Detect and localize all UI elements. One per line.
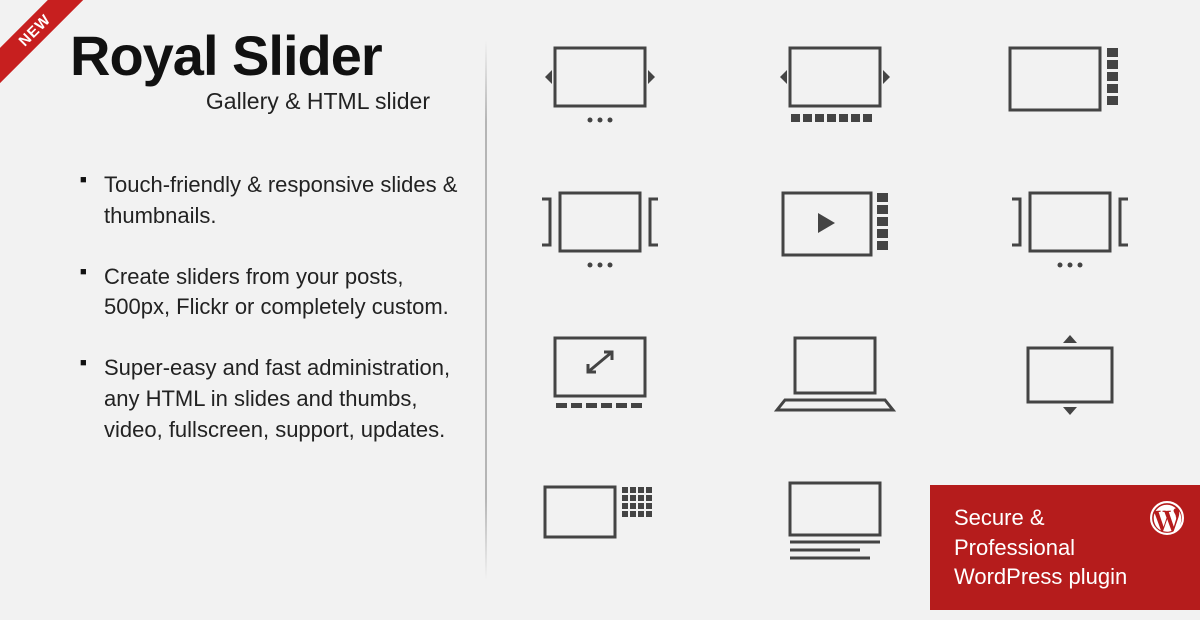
layout-side-thumbs-icon — [1000, 40, 1140, 130]
feature-item: Super-easy and fast administration, any … — [80, 353, 460, 445]
layout-peek-sides-icon — [530, 185, 670, 275]
layout-video-thumbs-icon — [765, 185, 905, 275]
feature-item: Create sliders from your posts, 500px, F… — [80, 262, 460, 324]
badge-line: WordPress plugin — [954, 564, 1127, 589]
layout-arrows-dots-icon — [530, 40, 670, 130]
layout-arrows-thumbs-icon — [765, 40, 905, 130]
wordpress-icon — [1150, 501, 1184, 535]
layout-peek-dots-icon — [1000, 185, 1140, 275]
badge-line: Professional — [954, 535, 1075, 560]
product-title: Royal Slider — [70, 28, 460, 84]
vertical-divider — [485, 40, 487, 580]
layout-laptop-icon — [765, 330, 905, 420]
layout-grid-thumbs-icon — [530, 475, 670, 565]
feature-item: Touch-friendly & responsive slides & thu… — [80, 170, 460, 232]
feature-list: Touch-friendly & responsive slides & thu… — [70, 170, 460, 446]
wordpress-badge: Secure & Professional WordPress plugin — [930, 485, 1200, 610]
layout-vertical-arrows-icon — [1000, 330, 1140, 420]
layout-fullscreen-icon — [530, 330, 670, 420]
badge-line: Secure & — [954, 505, 1045, 530]
layout-captions-icon — [765, 475, 905, 565]
product-subtitle: Gallery & HTML slider — [70, 88, 460, 115]
